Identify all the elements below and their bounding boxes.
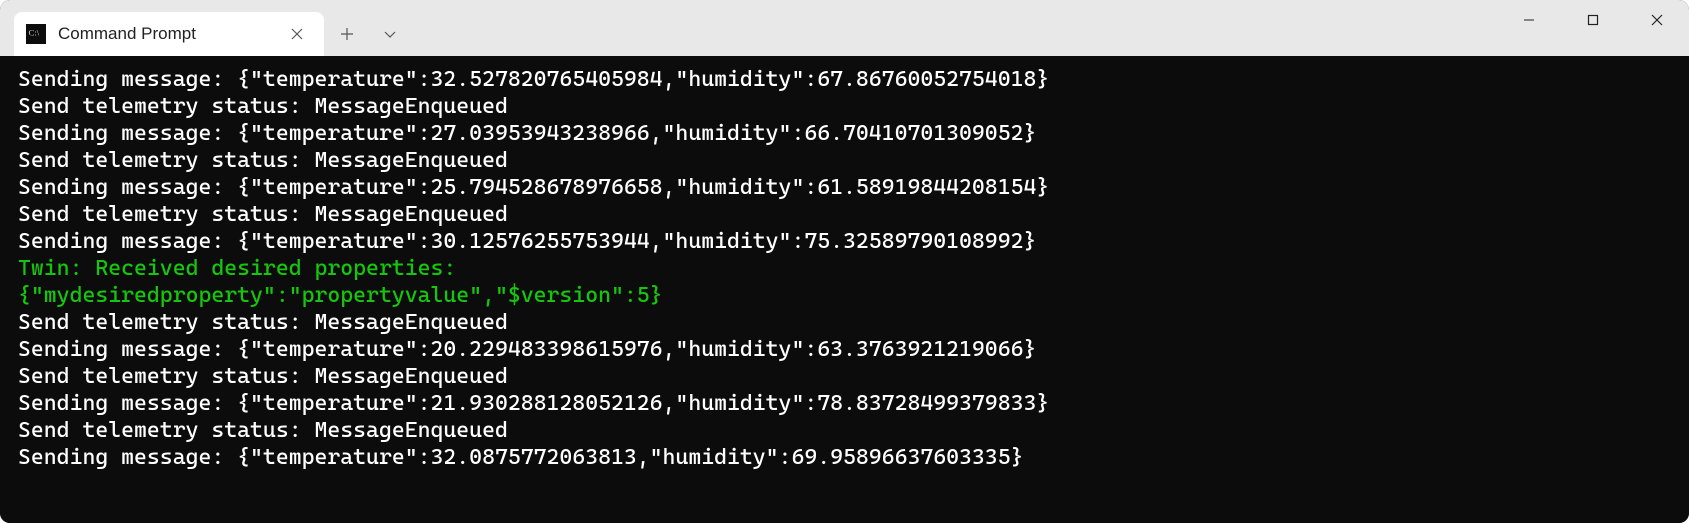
title-bar: C:\ Command Prompt: [0, 0, 1689, 56]
new-tab-button[interactable]: [324, 12, 370, 56]
terminal-line: Send telemetry status: MessageEnqueued: [18, 417, 1671, 444]
window-controls: [1497, 0, 1689, 40]
tab-dropdown-button[interactable]: [370, 12, 410, 56]
terminal-icon: C:\: [26, 24, 46, 44]
terminal-line: Sending message: {"temperature":32.08757…: [18, 444, 1671, 471]
tab-title: Command Prompt: [58, 24, 288, 44]
terminal-line: {"mydesiredproperty":"propertyvalue","$v…: [18, 282, 1671, 309]
terminal-line: Send telemetry status: MessageEnqueued: [18, 201, 1671, 228]
terminal-line: Twin: Received desired properties:: [18, 255, 1671, 282]
terminal-line: Sending message: {"temperature":20.22948…: [18, 336, 1671, 363]
close-tab-button[interactable]: [288, 25, 306, 43]
minimize-button[interactable]: [1497, 0, 1561, 40]
terminal-line: Sending message: {"temperature":32.52782…: [18, 66, 1671, 93]
svg-text:C:\: C:\: [29, 27, 40, 37]
terminal-line: Send telemetry status: MessageEnqueued: [18, 363, 1671, 390]
terminal-line: Sending message: {"temperature":27.03953…: [18, 120, 1671, 147]
terminal-line: Sending message: {"temperature":25.79452…: [18, 174, 1671, 201]
terminal-line: Send telemetry status: MessageEnqueued: [18, 147, 1671, 174]
maximize-button[interactable]: [1561, 0, 1625, 40]
terminal-line: Send telemetry status: MessageEnqueued: [18, 309, 1671, 336]
tab-command-prompt[interactable]: C:\ Command Prompt: [14, 12, 324, 56]
close-window-button[interactable]: [1625, 0, 1689, 40]
terminal-line: Send telemetry status: MessageEnqueued: [18, 93, 1671, 120]
terminal-line: Sending message: {"temperature":30.12576…: [18, 228, 1671, 255]
terminal-output[interactable]: Sending message: {"temperature":32.52782…: [0, 56, 1689, 523]
window: C:\ Command Prompt Sending message:: [0, 0, 1689, 523]
terminal-line: Sending message: {"temperature":21.93028…: [18, 390, 1671, 417]
